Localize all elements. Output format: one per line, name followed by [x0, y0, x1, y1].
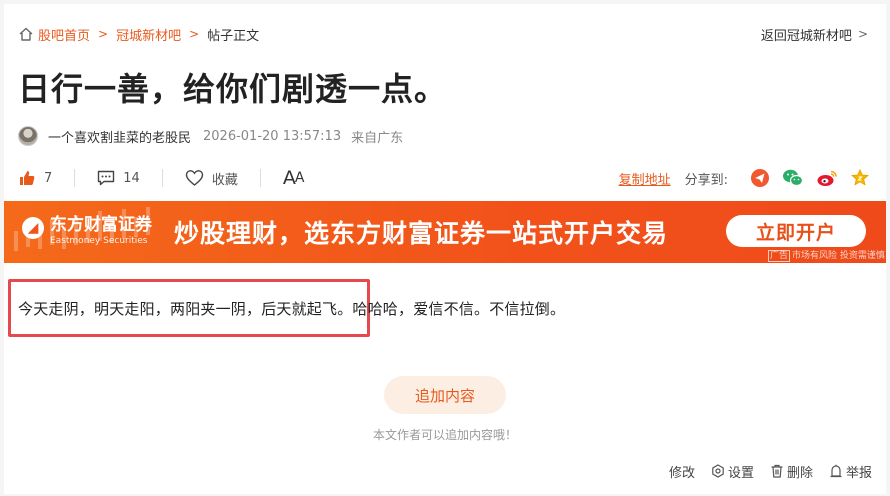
favorite-label: 收藏 — [211, 172, 238, 188]
divider — [161, 169, 163, 187]
share-area: 复制地址 分享到: — [619, 168, 870, 188]
chevron-right-icon: > — [857, 27, 868, 41]
edit-label: 修改 — [668, 465, 695, 481]
chevron-right-icon: > — [189, 27, 200, 41]
page-title: 日行一善，给你们剧透一点。 — [18, 70, 448, 108]
post-footer-actions: 修改 设置 删除 举报 — [653, 460, 872, 482]
font-size-toggle[interactable]: AA — [282, 164, 305, 192]
share-wechat-button[interactable] — [782, 168, 804, 188]
divider — [259, 169, 261, 187]
heart-icon — [185, 170, 204, 186]
back-to-bar-link[interactable]: 返回冠城新材吧 > — [761, 24, 868, 44]
post-action-bar: 7 14 收藏 AA 复制地址 分享到: — [18, 164, 870, 192]
post-time: 2026-01-20 13:57:13 — [203, 128, 342, 144]
share-telegram-button[interactable] — [750, 168, 770, 188]
like-button[interactable]: 7 — [18, 164, 52, 192]
delete-label: 删除 — [786, 465, 813, 481]
ad-banner[interactable]: ◢ 东方财富证券 Eastmoney Securities 炒股理财，选东方财富… — [4, 201, 886, 263]
ad-note: 市场有风险 投资需谨慎 — [792, 251, 885, 261]
author-name[interactable]: 一个喜欢割韭菜的老股民 — [48, 127, 191, 146]
divider — [74, 169, 76, 187]
font-size-small-label: A — [294, 170, 305, 186]
wechat-icon — [783, 169, 804, 187]
settings-button[interactable]: 设置 — [711, 462, 754, 481]
breadcrumb-stock-bar[interactable]: 冠城新材吧 — [116, 25, 181, 44]
report-button[interactable]: 举报 — [829, 462, 872, 481]
report-icon — [830, 464, 842, 478]
banner-slogan: 炒股理财，选东方财富证券一站式开户交易 — [174, 219, 669, 248]
share-weibo-button[interactable] — [816, 168, 838, 188]
avatar[interactable] — [18, 126, 38, 146]
weibo-icon — [817, 170, 837, 186]
star-icon — [851, 168, 869, 186]
ad-badge: 广告 — [768, 250, 791, 262]
eastmoney-logo: ◢ 东方财富证券 Eastmoney Securities — [22, 215, 152, 247]
home-icon[interactable] — [18, 26, 34, 42]
comment-button[interactable]: 14 — [97, 164, 140, 192]
delete-button[interactable]: 删除 — [770, 462, 813, 481]
add-content-button[interactable]: 追加内容 — [384, 376, 506, 414]
eastmoney-logo-icon: ◢ — [22, 217, 44, 239]
settings-label: 设置 — [727, 465, 754, 481]
back-to-bar-label: 返回冠城新材吧 — [760, 28, 852, 44]
chevron-right-icon: > — [98, 27, 109, 41]
comment-count: 14 — [123, 170, 140, 186]
brand-name-en: Eastmoney Securities — [50, 236, 148, 246]
paper-plane-icon — [751, 169, 769, 187]
trash-icon — [771, 464, 783, 478]
gear-icon — [712, 464, 724, 478]
post-meta: 一个喜欢割韭菜的老股民 2026-01-20 13:57:13 来自广东 — [18, 124, 403, 148]
favorite-button[interactable]: 收藏 — [185, 164, 238, 192]
thumbs-up-icon — [20, 171, 35, 185]
post-content: 今天走阴，明天走阳，两阳夹一阴，后天就起飞。哈哈哈，爱信不信。不信拉倒。 — [18, 300, 566, 318]
font-size-large-label: A — [282, 167, 296, 189]
edit-button[interactable]: 修改 — [669, 462, 695, 481]
ad-disclaimer: 广告 市场有风险 投资需谨慎 — [768, 248, 885, 262]
brand-name: 东方财富证券 — [50, 215, 152, 235]
breadcrumb-current: 帖子正文 — [207, 28, 260, 44]
breadcrumb-guba-home[interactable]: 股吧首页 — [38, 25, 90, 44]
open-account-button[interactable]: 立即开户 — [726, 215, 866, 247]
post-card: 股吧首页 > 冠城新材吧 > 帖子正文 返回冠城新材吧 > 日行一善，给你们剧透… — [4, 4, 886, 494]
report-label: 举报 — [845, 465, 872, 481]
like-count: 7 — [44, 170, 53, 186]
post-location: 来自广东 — [351, 130, 404, 146]
comment-icon — [98, 170, 115, 186]
add-content-tip: 本文作者可以追加内容哦！ — [372, 428, 517, 442]
breadcrumb: 股吧首页 > 冠城新材吧 > 帖子正文 — [18, 24, 259, 44]
copy-link-button[interactable]: 复制地址 — [619, 169, 671, 188]
share-label: 分享到: — [684, 172, 728, 188]
share-favorites-button[interactable] — [850, 168, 870, 188]
